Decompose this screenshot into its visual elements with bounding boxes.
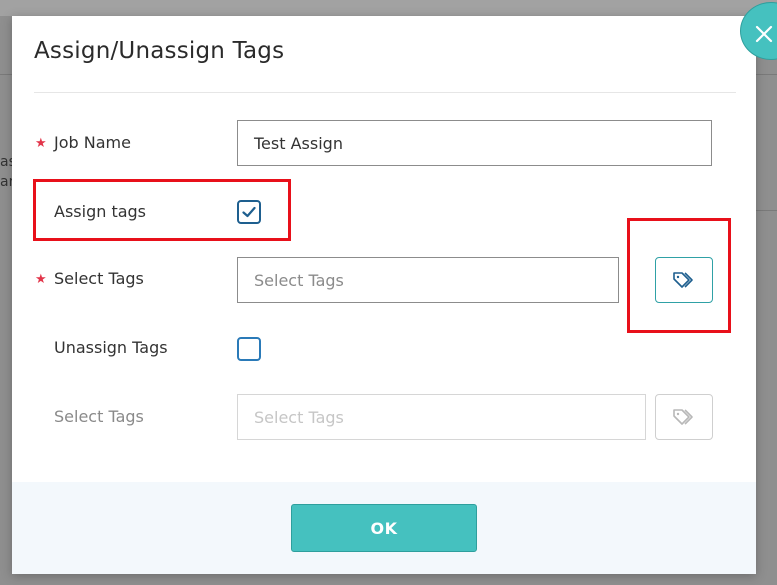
background-text-fragment: as ar [0, 152, 12, 192]
select-tags-disabled-input[interactable]: Select Tags [237, 394, 646, 440]
select-tags-input[interactable]: Select Tags [237, 257, 619, 303]
dialog-title: Assign/Unassign Tags [34, 38, 285, 64]
select-tags-disabled-label: Select Tags [54, 407, 144, 426]
title-divider [34, 92, 736, 93]
select-tags-disabled-placeholder: Select Tags [254, 407, 344, 427]
tag-icon [673, 409, 693, 425]
select-tags-disabled-button[interactable] [655, 394, 713, 440]
background-divider [756, 210, 777, 211]
job-name-input[interactable]: Test Assign [237, 120, 712, 166]
unassign-tags-checkbox[interactable] [237, 337, 261, 361]
select-tags-label: Select Tags [54, 269, 144, 288]
background-text-line: ar [0, 174, 12, 190]
background-top-strip [0, 0, 777, 16]
highlight-tag-button [627, 218, 731, 333]
background-divider [756, 74, 777, 75]
background-text-line: as [0, 154, 12, 170]
close-icon [755, 25, 773, 43]
select-tags-placeholder: Select Tags [254, 270, 344, 290]
background-divider [0, 74, 12, 75]
job-name-label: Job Name [54, 133, 131, 152]
highlight-assign-tags [33, 179, 291, 241]
required-star: ★ [35, 136, 47, 151]
job-name-value: Test Assign [254, 133, 343, 153]
ok-button[interactable]: OK [291, 504, 477, 552]
unassign-tags-label: Unassign Tags [54, 338, 168, 357]
dialog-footer: OK [12, 482, 756, 574]
required-star: ★ [35, 272, 47, 287]
